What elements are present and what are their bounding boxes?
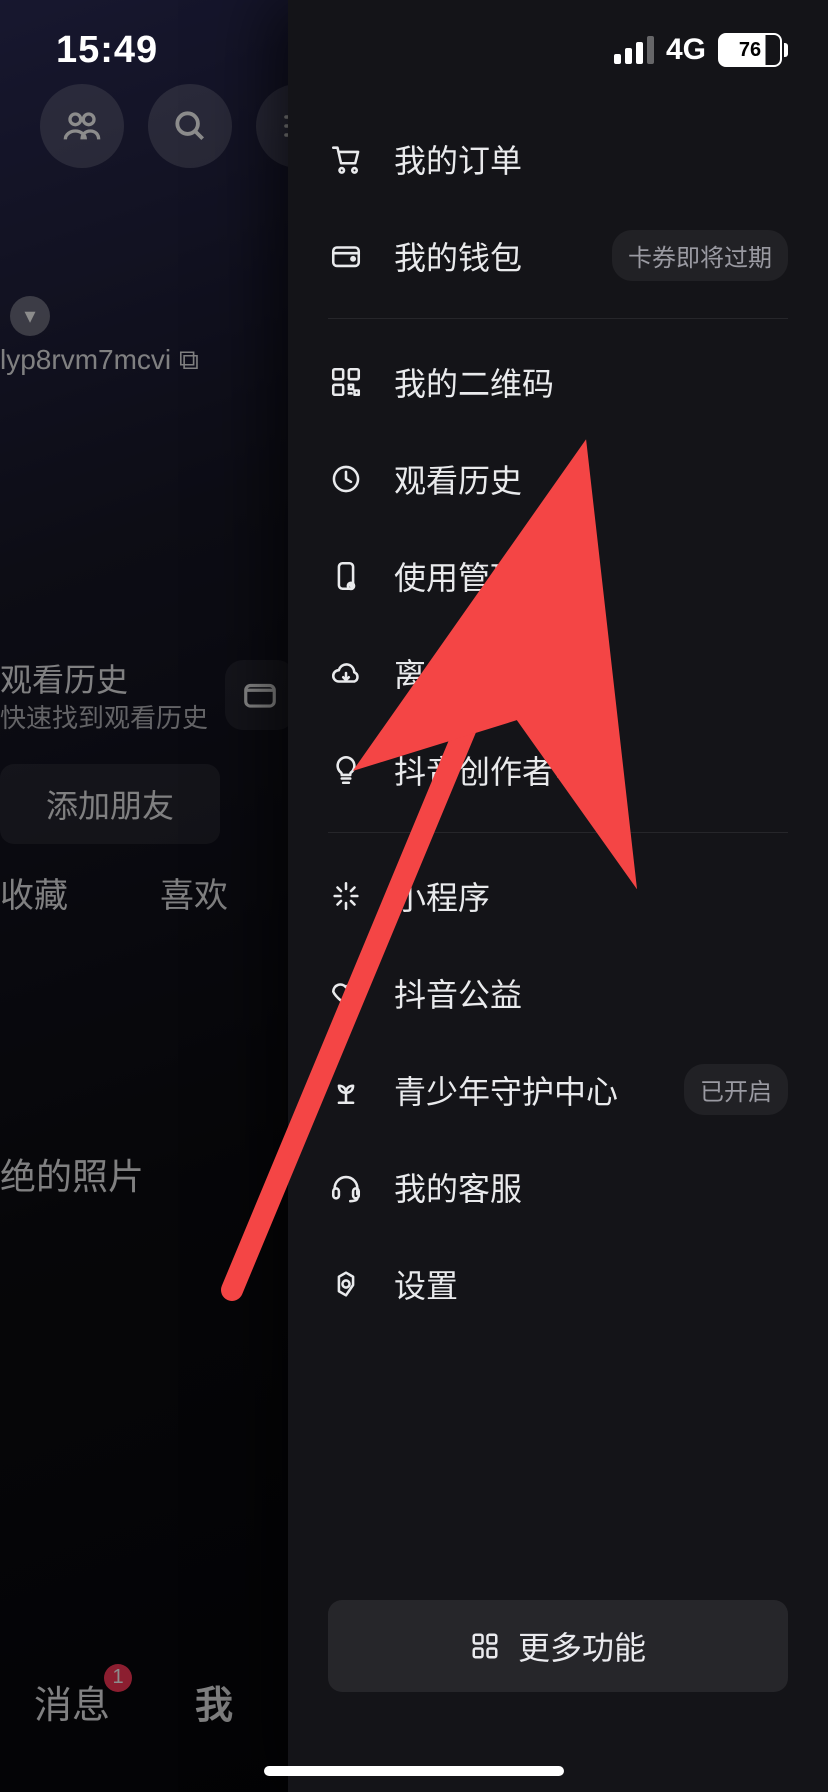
menu-item-sprout[interactable]: 青少年守护中心已开启 — [328, 1041, 788, 1138]
home-indicator[interactable] — [264, 1766, 564, 1776]
history-card-title[interactable]: 观看历史 — [0, 655, 128, 701]
clock-icon — [328, 461, 364, 497]
menu-item-label: 我的订单 — [394, 136, 788, 182]
menu-item-label: 青少年守护中心 — [394, 1067, 684, 1113]
sprout-icon — [328, 1072, 364, 1108]
menu-item-label: 设置 — [394, 1261, 788, 1307]
menu-item-clock[interactable]: 观看历史 — [328, 430, 788, 527]
menu-item-spark[interactable]: 小程序 — [328, 847, 788, 944]
status-bar: 15:49 4G 76 — [0, 0, 828, 100]
nav-messages[interactable]: 消息 1 — [34, 1674, 110, 1729]
menu-item-tag: 卡券即将过期 — [612, 230, 788, 281]
menu-divider — [328, 318, 788, 319]
qrcode-icon — [328, 364, 364, 400]
nav-messages-badge: 1 — [104, 1664, 132, 1692]
menu-item-label: 观看历史 — [394, 456, 788, 502]
menu-item-headset[interactable]: 我的客服 — [328, 1138, 788, 1235]
add-friend-button[interactable]: 添加朋友 — [0, 764, 220, 844]
menu-item-wallet[interactable]: 我的钱包卡券即将过期 — [328, 207, 788, 304]
menu-item-bulb[interactable]: 抖音创作者中心 — [328, 721, 788, 818]
more-functions-label: 更多功能 — [518, 1623, 646, 1669]
menu-item-qrcode[interactable]: 我的二维码 — [328, 333, 788, 430]
heart-icon — [328, 975, 364, 1011]
network-label: 4G — [666, 33, 706, 67]
wallet-shortcut-icon[interactable] — [225, 660, 295, 730]
status-time: 15:49 — [40, 29, 158, 72]
wallet-icon — [328, 238, 364, 274]
gear-icon — [328, 1266, 364, 1302]
menu-item-label: 抖音公益 — [394, 970, 788, 1016]
spark-icon — [328, 878, 364, 914]
nav-me[interactable]: 我 — [195, 1674, 233, 1729]
battery-icon: 76 — [718, 33, 788, 67]
menu-item-label: 小程序 — [394, 873, 788, 919]
side-drawer: 我的订单我的钱包卡券即将过期我的二维码观看历史使用管理助手离线模式抖音创作者中心… — [288, 0, 828, 1792]
menu-item-heart[interactable]: 抖音公益 — [328, 944, 788, 1041]
more-functions-button[interactable]: 更多功能 — [328, 1600, 788, 1692]
menu-item-cart[interactable]: 我的订单 — [328, 110, 788, 207]
phone-icon — [328, 558, 364, 594]
bulb-icon — [328, 752, 364, 788]
menu-item-label: 使用管理助手 — [394, 553, 788, 599]
cart-icon — [328, 141, 364, 177]
menu-item-phone[interactable]: 使用管理助手 — [328, 527, 788, 624]
menu-divider — [328, 832, 788, 833]
menu-item-tag: 已开启 — [684, 1064, 788, 1115]
grid-icon — [470, 1631, 500, 1661]
user-id-text: lyp8rvm7mcvi ⧉ — [0, 344, 199, 377]
menu-item-label: 我的客服 — [394, 1164, 788, 1210]
signal-icon — [614, 36, 654, 64]
menu-item-label: 离线模式 — [394, 650, 788, 696]
cloud-icon — [328, 655, 364, 691]
menu-item-cloud[interactable]: 离线模式 — [328, 624, 788, 721]
tab-likes[interactable]: 喜欢 — [160, 868, 228, 917]
menu-item-label: 我的二维码 — [394, 359, 788, 405]
menu-item-label: 我的钱包 — [394, 233, 612, 279]
headset-icon — [328, 1169, 364, 1205]
photo-section-title: 绝的照片 — [0, 1148, 144, 1200]
menu-item-label: 抖音创作者中心 — [394, 747, 788, 793]
history-card-sub: 快速找到观看历史 — [0, 698, 208, 735]
menu-item-gear[interactable]: 设置 — [328, 1235, 788, 1332]
tab-favorites[interactable]: 收藏 — [0, 868, 68, 917]
chevron-down-icon[interactable]: ▾ — [10, 296, 50, 336]
